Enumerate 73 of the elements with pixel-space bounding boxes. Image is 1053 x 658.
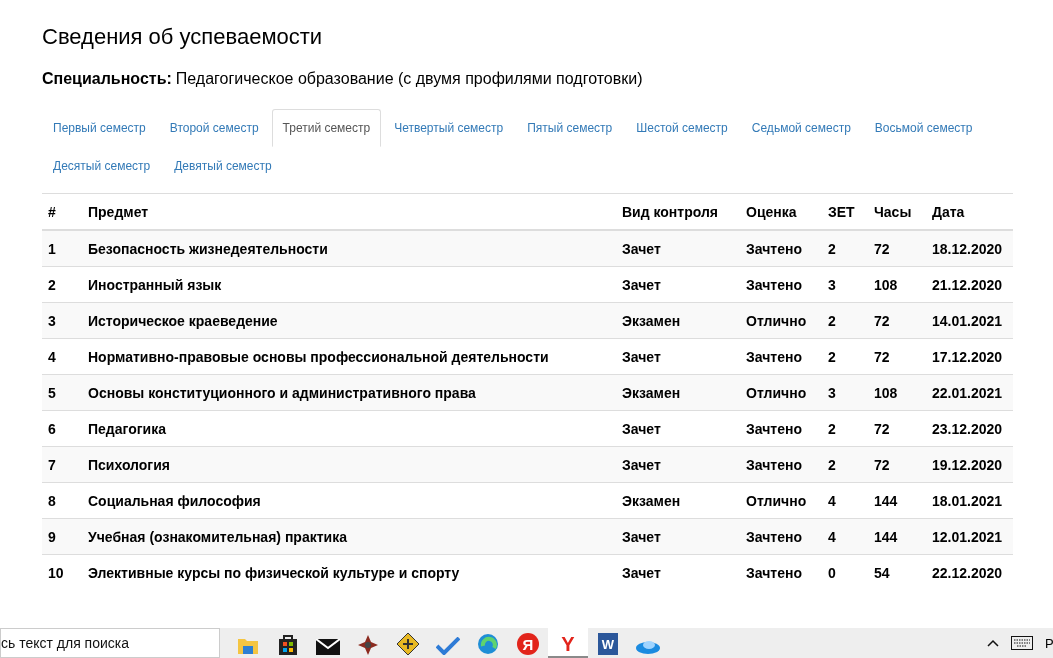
table-cell: 54 bbox=[868, 554, 926, 590]
table-cell: Учебная (ознакомительная) практика bbox=[82, 518, 616, 555]
table-cell: Зачет bbox=[616, 446, 740, 483]
table-cell: Зачтено bbox=[740, 554, 822, 590]
table-cell: Зачет bbox=[616, 518, 740, 555]
table-cell: 2 bbox=[822, 230, 868, 267]
taskbar-app-button[interactable]: Я bbox=[508, 628, 548, 658]
table-cell: Элективные курсы по физической культуре и спорту bbox=[82, 554, 616, 590]
table-cell: 2 bbox=[822, 446, 868, 483]
table-cell: 108 bbox=[868, 374, 926, 411]
folder-icon bbox=[237, 637, 259, 655]
table-cell: 72 bbox=[868, 446, 926, 483]
table-cell: Отлично bbox=[740, 374, 822, 411]
table-cell: 4 bbox=[822, 518, 868, 555]
specialty-label: Специальность: bbox=[42, 70, 172, 87]
table-cell: 7 bbox=[42, 446, 82, 483]
semester-tab[interactable]: Шестой семестр bbox=[625, 109, 739, 147]
diamond-icon bbox=[397, 633, 419, 655]
page-title: Сведения об успеваемости bbox=[42, 24, 324, 50]
table-cell: 0 bbox=[822, 554, 868, 590]
semester-tab[interactable]: Восьмой семестр bbox=[863, 109, 984, 147]
table-cell: Зачет bbox=[616, 554, 740, 590]
table-cell: 12.01.2021 bbox=[926, 518, 1013, 555]
keyboard-icon[interactable] bbox=[1011, 636, 1033, 650]
semester-tab[interactable]: Седьмой семестр bbox=[740, 109, 862, 147]
table-cell: Безопасность жизнедеятельности bbox=[82, 230, 616, 267]
table-cell: 5 bbox=[42, 374, 82, 411]
table-cell: 10 bbox=[42, 554, 82, 590]
table-cell: Зачтено bbox=[740, 518, 822, 555]
table-cell: 72 bbox=[868, 302, 926, 339]
table-cell: Психология bbox=[82, 446, 616, 483]
table-cell: Экзамен bbox=[616, 302, 740, 339]
swirl-icon bbox=[477, 633, 499, 655]
caret-up-icon[interactable] bbox=[987, 639, 999, 647]
table-cell: 19.12.2020 bbox=[926, 446, 1013, 483]
table-cell: Зачет bbox=[616, 230, 740, 267]
table-cell: 14.01.2021 bbox=[926, 302, 1013, 339]
letter-logo-icon: Y bbox=[561, 633, 575, 655]
table-cell: 18.12.2020 bbox=[926, 230, 1013, 267]
table-cell: 72 bbox=[868, 230, 926, 267]
semester-tab[interactable]: Второй семестр bbox=[158, 109, 270, 147]
semester-tab[interactable]: Третий семестр bbox=[271, 109, 382, 147]
table-cell: 1 bbox=[42, 230, 82, 267]
table-cell: Зачтено bbox=[740, 446, 822, 483]
table-cell: 3 bbox=[42, 302, 82, 339]
table-cell: 144 bbox=[868, 518, 926, 555]
table-cell: Историческое краеведение bbox=[82, 302, 616, 339]
language-indicator[interactable]: Р bbox=[1045, 635, 1053, 651]
specialty-value: Педагогическое образование (с двумя профилями подготовки) bbox=[175, 70, 643, 87]
semester-tab[interactable]: Десятый семестр bbox=[42, 147, 162, 185]
letter-logo-icon: Я bbox=[517, 633, 539, 655]
table-cell: Отлично bbox=[740, 302, 822, 339]
shopping-bag-icon bbox=[278, 633, 298, 655]
semester-tab[interactable]: Первый семестр bbox=[42, 109, 157, 147]
table-cell: Экзамен bbox=[616, 374, 740, 411]
taskbar-app-button[interactable]: W bbox=[588, 628, 628, 658]
table-cell: 22.12.2020 bbox=[926, 554, 1013, 590]
semester-tab[interactable]: Девятый семестр bbox=[163, 147, 283, 185]
table-cell: 22.01.2021 bbox=[926, 374, 1013, 411]
search-field[interactable]: сь текст для поиска bbox=[0, 628, 220, 658]
table-cell: 3 bbox=[822, 374, 868, 411]
document-icon: W bbox=[598, 633, 618, 655]
table-cell: Основы конституционного и административного права bbox=[82, 374, 616, 411]
envelope-icon bbox=[316, 639, 340, 655]
checkmark-icon bbox=[436, 637, 460, 655]
table-cell: 9 bbox=[42, 518, 82, 555]
star-icon bbox=[358, 635, 378, 655]
disc-icon bbox=[635, 639, 661, 655]
table-cell: 2 bbox=[822, 302, 868, 339]
table-cell: Зачтено bbox=[740, 230, 822, 267]
semester-tab[interactable]: Четвертый семестр bbox=[383, 109, 515, 147]
semester-tab[interactable]: Пятый семестр bbox=[516, 109, 624, 147]
taskbar-app-button[interactable]: Y bbox=[548, 628, 588, 658]
